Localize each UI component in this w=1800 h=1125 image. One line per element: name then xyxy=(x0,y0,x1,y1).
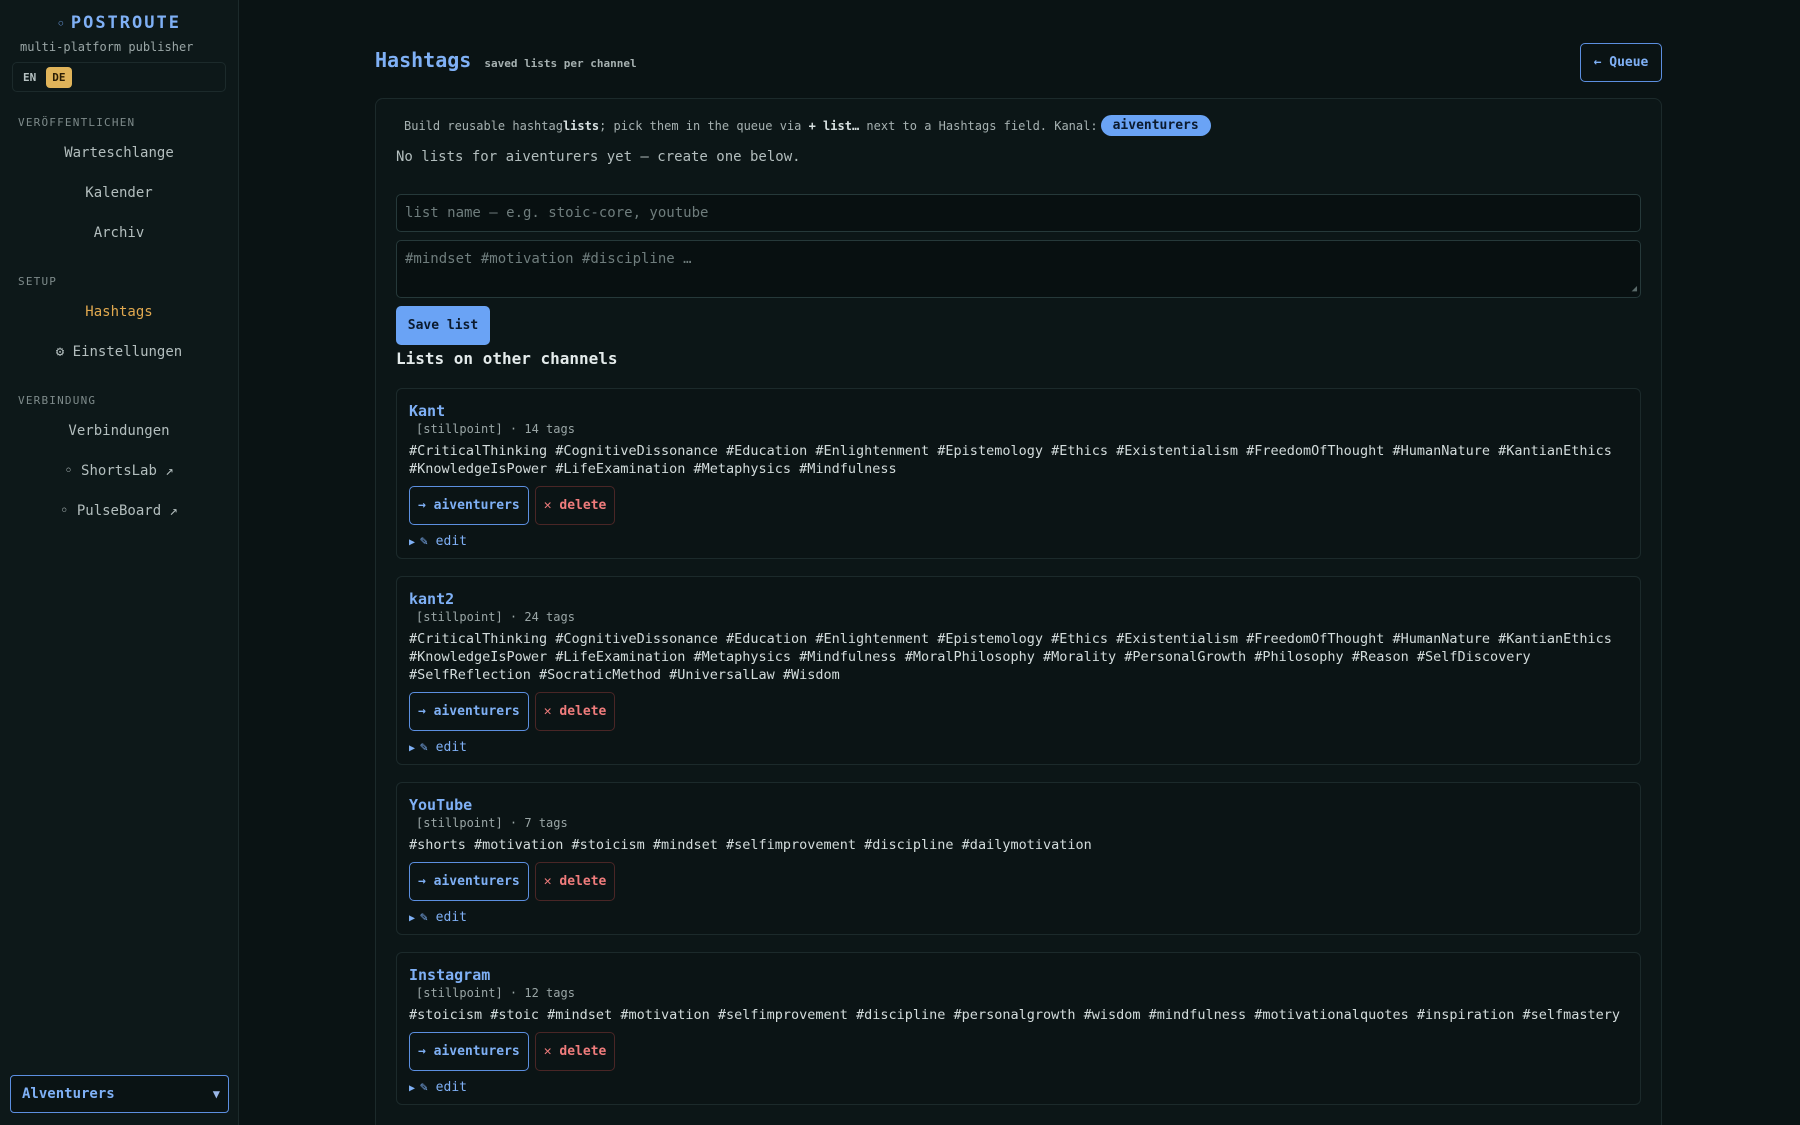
list-card-kant: Kant [stillpoint] · 14 tags #CriticalThi… xyxy=(396,388,1641,559)
edit-toggle[interactable]: ▶ ✎ edit xyxy=(409,534,1628,558)
list-tags: #stoicism #stoic #mindset #motivation #s… xyxy=(409,1007,1621,1023)
edit-toggle[interactable]: ▶ ✎ edit xyxy=(409,1080,1628,1104)
edit-label: ✎ edit xyxy=(420,910,467,925)
intro-bold-add-list: + list… xyxy=(808,118,860,133)
intro-part2: ; pick them in the queue via xyxy=(599,118,809,133)
list-tags-textarea[interactable]: #mindset #motivation #discipline … ◢ xyxy=(396,240,1641,298)
triangle-right-icon: ▶ xyxy=(409,1083,416,1094)
intro-bold-lists: lists xyxy=(562,118,600,133)
lang-en-button[interactable]: EN xyxy=(17,67,42,88)
list-card-kant2: kant2 [stillpoint] · 24 tags #CriticalTh… xyxy=(396,576,1641,765)
intro-part1: Build reusable hashtag xyxy=(404,118,563,133)
list-tags: #shorts #motivation #stoicism #mindset #… xyxy=(409,837,1092,853)
main-content: Hashtags saved lists per channel ← Queue… xyxy=(239,0,1800,1125)
page-header: Hashtags saved lists per channel xyxy=(375,48,637,72)
nav-connection: Verbindungen ◦ ShortsLab ↗ ◦ PulseBoard … xyxy=(12,411,226,531)
triangle-right-icon: ▶ xyxy=(409,537,416,548)
list-meta: [stillpoint] · 7 tags xyxy=(416,816,568,830)
copy-to-channel-button[interactable]: → aiventurers xyxy=(409,486,529,525)
page-subtitle: saved lists per channel xyxy=(484,57,637,70)
section-label-publish: VERÖFFENTLICHEN xyxy=(18,116,136,129)
empty-state-message: No lists for aiventurers yet — create on… xyxy=(396,149,801,165)
brand-dot-icon: ◦ xyxy=(57,17,67,32)
brand-logo[interactable]: ◦ POSTROUTE xyxy=(12,13,226,33)
delete-list-button[interactable]: ✕ delete xyxy=(534,1032,616,1071)
card-actions: → aiventurers ✕ delete xyxy=(409,692,1628,731)
edit-label: ✎ edit xyxy=(420,1080,467,1095)
list-name-input[interactable]: list name — e.g. stoic-core, youtube xyxy=(396,194,1641,232)
copy-to-channel-button[interactable]: → aiventurers xyxy=(409,1032,529,1071)
section-label-setup: SETUP xyxy=(18,275,58,288)
list-card-youtube: YouTube [stillpoint] · 7 tags #shorts #m… xyxy=(396,782,1641,935)
list-card-instagram: Instagram [stillpoint] · 12 tags #stoici… xyxy=(396,952,1641,1105)
intro-part3: next to a Hashtags field. Kanal: xyxy=(859,118,1098,133)
copy-to-channel-button[interactable]: → aiventurers xyxy=(409,692,529,731)
edit-label: ✎ edit xyxy=(420,534,467,549)
language-switcher: EN DE xyxy=(12,62,226,92)
hashtags-panel: Build reusable hashtag lists ; pick them… xyxy=(375,98,1662,1125)
nav-setup: Hashtags ⚙ Einstellungen xyxy=(12,292,226,372)
edit-label: ✎ edit xyxy=(420,740,467,755)
list-meta: [stillpoint] · 24 tags xyxy=(416,610,575,624)
back-to-queue-button[interactable]: ← Queue xyxy=(1580,43,1662,82)
sidebar-item-connections[interactable]: Verbindungen xyxy=(12,411,226,451)
triangle-right-icon: ▶ xyxy=(409,913,416,924)
app-root: ◦ POSTROUTE multi-platform publisher EN D… xyxy=(0,0,1800,1125)
sidebar-item-calendar[interactable]: Kalender xyxy=(12,173,226,213)
resize-grip-icon[interactable]: ◢ xyxy=(1632,284,1637,294)
lang-de-button[interactable]: DE xyxy=(46,66,72,88)
intro-text: Build reusable hashtag lists ; pick them… xyxy=(396,115,1641,136)
delete-list-button[interactable]: ✕ delete xyxy=(534,692,616,731)
list-tags: #CriticalThinking #CognitiveDissonance #… xyxy=(409,443,1612,477)
list-tags-placeholder: #mindset #motivation #discipline … xyxy=(405,251,692,267)
list-meta: [stillpoint] · 14 tags xyxy=(416,422,575,436)
current-channel-badge: aiventurers xyxy=(1100,115,1211,136)
sidebar-item-shortslab[interactable]: ◦ ShortsLab ↗ xyxy=(12,451,226,491)
edit-toggle[interactable]: ▶ ✎ edit xyxy=(409,740,1628,764)
section-label-connection: VERBINDUNG xyxy=(18,394,97,407)
edit-toggle[interactable]: ▶ ✎ edit xyxy=(409,910,1628,934)
brand-subtitle: multi-platform publisher xyxy=(20,40,194,54)
sidebar: ◦ POSTROUTE multi-platform publisher EN D… xyxy=(0,0,239,1125)
sidebar-item-archive[interactable]: Archiv xyxy=(12,213,226,253)
list-name: Instagram xyxy=(409,966,491,984)
other-lists-heading: Lists on other channels xyxy=(396,349,618,368)
card-actions: → aiventurers ✕ delete xyxy=(409,1032,1628,1071)
copy-to-channel-button[interactable]: → aiventurers xyxy=(409,862,529,901)
save-list-button[interactable]: Save list xyxy=(396,306,490,345)
list-name: kant2 xyxy=(409,590,455,608)
list-name: YouTube xyxy=(409,796,473,814)
nav-publish: Warteschlange Kalender Archiv xyxy=(12,133,226,253)
brand-name: POSTROUTE xyxy=(70,13,181,33)
sidebar-item-settings[interactable]: ⚙ Einstellungen xyxy=(12,332,226,372)
channel-select-value: Alventurers xyxy=(22,1086,115,1102)
delete-list-button[interactable]: ✕ delete xyxy=(534,486,616,525)
card-actions: → aiventurers ✕ delete xyxy=(409,486,1628,525)
sidebar-item-queue[interactable]: Warteschlange xyxy=(12,133,226,173)
page-title: Hashtags xyxy=(375,48,472,72)
sidebar-item-pulseboard[interactable]: ◦ PulseBoard ↗ xyxy=(12,491,226,531)
list-name: Kant xyxy=(409,402,446,420)
channel-select[interactable]: Alventurers ▼ xyxy=(10,1075,229,1113)
delete-list-button[interactable]: ✕ delete xyxy=(534,862,616,901)
triangle-right-icon: ▶ xyxy=(409,743,416,754)
list-tags: #CriticalThinking #CognitiveDissonance #… xyxy=(409,631,1612,683)
chevron-down-icon: ▼ xyxy=(212,1087,220,1101)
card-actions: → aiventurers ✕ delete xyxy=(409,862,1628,901)
sidebar-item-hashtags[interactable]: Hashtags xyxy=(12,292,226,332)
list-meta: [stillpoint] · 12 tags xyxy=(416,986,575,1000)
